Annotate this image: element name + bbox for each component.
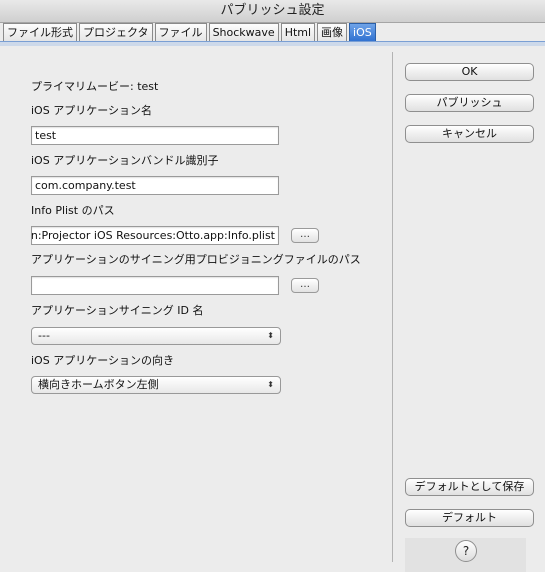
orientation-label: iOS アプリケーションの向き — [31, 354, 174, 367]
plist-path-value: guration:Projector iOS Resources:Otto.ap… — [31, 229, 275, 242]
provisioning-browse-button[interactable]: … — [291, 278, 319, 293]
app-name-label: iOS アプリケーション名 — [31, 104, 152, 117]
plist-path-label: Info Plist のパス — [31, 204, 115, 217]
provisioning-path-label: アプリケーションのサイニング用プロビジョニングファイルのパス — [31, 253, 361, 266]
bundle-id-label: iOS アプリケーションバンドル識別子 — [31, 154, 219, 167]
plist-path-field[interactable]: guration:Projector iOS Resources:Otto.ap… — [31, 226, 279, 245]
tab-underline — [0, 41, 545, 46]
tab-files[interactable]: ファイル — [154, 23, 207, 42]
tab-html[interactable]: Html — [280, 23, 316, 42]
cancel-button[interactable]: キャンセル — [405, 125, 534, 143]
select-arrows-icon: ⬍ — [267, 331, 274, 340]
signing-id-value: --- — [38, 329, 50, 342]
plist-browse-button[interactable]: … — [291, 228, 319, 243]
publish-settings-window: パブリッシュ設定 ファイル形式 プロジェクタ ファイル Shockwave Ht… — [0, 0, 545, 572]
tab-shockwave[interactable]: Shockwave — [208, 23, 279, 42]
tab-ios[interactable]: iOS — [349, 23, 376, 42]
save-as-default-button[interactable]: デフォルトとして保存 — [405, 478, 534, 496]
vertical-divider — [392, 52, 393, 562]
primary-movie-label: プライマリムービー: test — [31, 80, 159, 93]
tab-projector[interactable]: プロジェクタ — [79, 23, 153, 42]
help-icon[interactable]: ? — [455, 540, 477, 562]
tab-image[interactable]: 画像 — [317, 23, 348, 42]
provisioning-path-field[interactable] — [31, 276, 279, 295]
orientation-value: 横向きホームボタン左側 — [38, 378, 159, 391]
signing-id-label: アプリケーションサイニング ID 名 — [31, 304, 204, 317]
orientation-select[interactable]: 横向きホームボタン左側 ⬍ — [31, 376, 281, 394]
window-title: パブリッシュ設定 — [0, 0, 545, 23]
app-name-field[interactable]: test — [31, 126, 279, 145]
default-button[interactable]: デフォルト — [405, 509, 534, 527]
tab-file-format[interactable]: ファイル形式 — [3, 23, 77, 42]
tab-bar: ファイル形式 プロジェクタ ファイル Shockwave Html 画像 iOS — [3, 23, 378, 42]
publish-button[interactable]: パブリッシュ — [405, 94, 534, 112]
bundle-id-field[interactable]: com.company.test — [31, 176, 279, 195]
select-arrows-icon: ⬍ — [267, 380, 274, 389]
signing-id-select[interactable]: --- ⬍ — [31, 327, 281, 345]
ok-button[interactable]: OK — [405, 63, 534, 81]
